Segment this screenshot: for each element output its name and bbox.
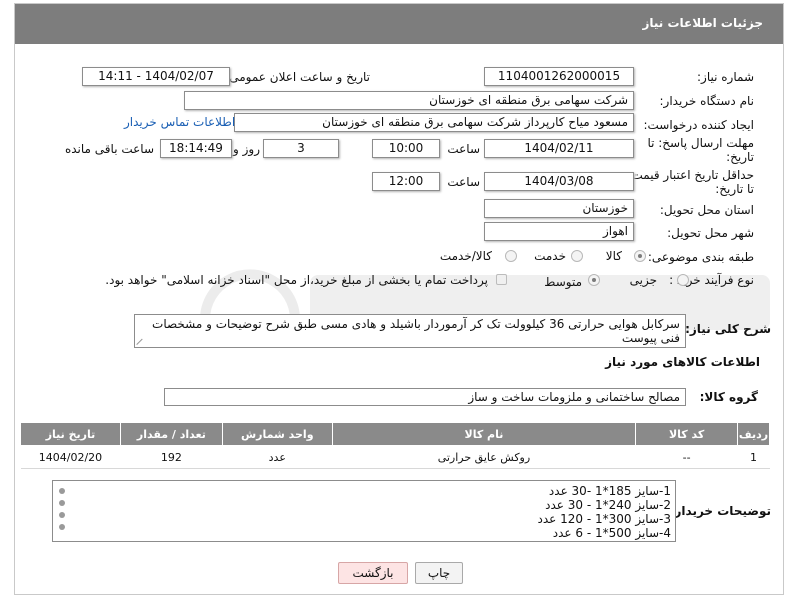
treasury-payment-checkbox[interactable] [496,274,507,285]
goods-section-title: اطلاعات کالاهای مورد نیاز [605,355,760,369]
process-radio-minor[interactable] [677,274,689,286]
validity-time-field: 12:00 [372,172,440,191]
cell-item-name: روکش عایق حرارتی [332,445,636,469]
buyer-notes-text: 1-سایز 185*1 -30 عدد 2-سایز 240*1 - 30 ع… [537,484,671,540]
resize-grip-icon[interactable] [137,337,145,345]
table-row[interactable]: 1 -- روکش عایق حرارتی عدد 192 1404/02/20 [20,445,770,469]
category-radio-goods-service[interactable] [505,250,517,262]
deadline-time-label: ساعت [447,142,480,156]
description-label: شرح کلی نیاز: [685,322,771,336]
panel-header: جزئیات اطلاعات نیاز [15,4,783,44]
buyer-note-line: 3-سایز 300*1 - 120 عدد [537,512,671,526]
notes-scrollbar[interactable] [54,482,70,540]
deadline-label: مهلت ارسال پاسخ: تا [647,136,754,150]
header-unit: واحد شمارش [221,422,333,446]
need-number-field: 1104001262000015 [484,67,634,86]
days-label: روز و [233,142,260,156]
need-number-label: شماره نیاز: [697,70,754,84]
buyer-contact-link[interactable]: اطلاعات تماس خریدار [124,115,235,129]
category-option-service: خدمت [534,249,566,263]
requester-field: مسعود میاح کارپرداز شرکت سهامی برق منطقه… [234,113,634,132]
category-option-goods-service: کالا/خدمت [439,249,492,263]
buyer-note-line: 2-سایز 240*1 - 30 عدد [545,498,671,512]
cell-unit: عدد [222,445,333,469]
buyer-org-label: نام دستگاه خریدار: [659,94,755,108]
category-radio-goods[interactable] [634,250,646,262]
deadline-time-field: 10:00 [372,139,440,158]
scroll-dot-icon [59,488,65,494]
deadline-label-date: تاریخ: [726,150,754,164]
validity-time-label: ساعت [447,175,480,189]
buyer-notes-label: توضیحات خریدار: [669,504,771,518]
goods-table: ردیف کد کالا نام کالا واحد شمارش تعداد /… [20,422,770,469]
header-item-name: نام کالا [331,422,637,446]
city-field: اهواز [484,222,634,241]
description-textarea[interactable]: سرکابل هوایی حرارتی 36 کیلوولت تک کر آرم… [134,314,686,348]
cell-need-date: 1404/02/20 [20,445,121,469]
province-label: استان محل تحویل: [659,203,754,217]
province-field: خوزستان [484,199,634,218]
category-radio-service[interactable] [571,250,583,262]
deadline-date-field: 1404/02/11 [484,139,634,158]
validity-label: حداقل تاریخ اعتبار قیمت: [627,168,754,182]
category-option-goods: کالا [605,249,622,263]
buyer-note-line: 1-سایز 185*1 -30 عدد [548,484,671,498]
buyer-note-line: 4-سایز 500*1 - 6 عدد [552,526,671,540]
header-need-date: تاریخ نیاز [20,422,121,446]
buyer-org-field: شرکت سهامی برق منطقه ای خوزستان [184,91,634,110]
city-label: شهر محل تحویل: [667,226,754,240]
header-quantity: تعداد / مقدار [119,422,223,446]
description-text: سرکابل هوایی حرارتی 36 کیلوولت تک کر آرم… [152,317,680,345]
remaining-time-field: 18:14:49 [160,139,232,158]
scroll-dot-icon [59,512,65,518]
cell-row-number: 1 [737,445,770,469]
header-row-number: ردیف [737,422,770,446]
requester-label: ایجاد کننده درخواست: [643,118,754,132]
scroll-dot-icon [59,500,65,506]
back-button[interactable]: بازگشت [338,562,408,584]
goods-group-label: گروه کالا: [699,390,758,404]
announce-field: 1404/02/07 - 14:11 [82,67,230,86]
buyer-notes-box[interactable]: 1-سایز 185*1 -30 عدد 2-سایز 240*1 - 30 ع… [52,480,676,542]
process-option-medium: متوسط [544,275,582,289]
scroll-dot-icon [59,524,65,530]
process-option-minor: جزیی [629,273,657,287]
print-button[interactable]: چاپ [415,562,463,584]
cell-item-code: -- [635,445,738,469]
panel-title: جزئیات اطلاعات نیاز [642,16,763,30]
validity-label-date: تا تاریخ: [715,182,754,196]
goods-group-field: مصالح ساختمانی و ملزومات ساخت و ساز [164,388,686,406]
remaining-time-label: ساعت باقی مانده [64,142,154,156]
validity-date-field: 1404/03/08 [484,172,634,191]
days-field: 3 [263,139,339,158]
treasury-payment-note: پرداخت تمام یا بخشی از مبلغ خرید،از محل … [105,273,488,287]
process-radio-medium[interactable] [588,274,600,286]
announce-label: تاریخ و ساعت اعلان عمومی: [225,70,370,84]
header-item-code: کد کالا [635,422,739,446]
cell-quantity: 192 [120,445,223,469]
category-label: طبقه بندی موضوعی: [647,250,754,264]
